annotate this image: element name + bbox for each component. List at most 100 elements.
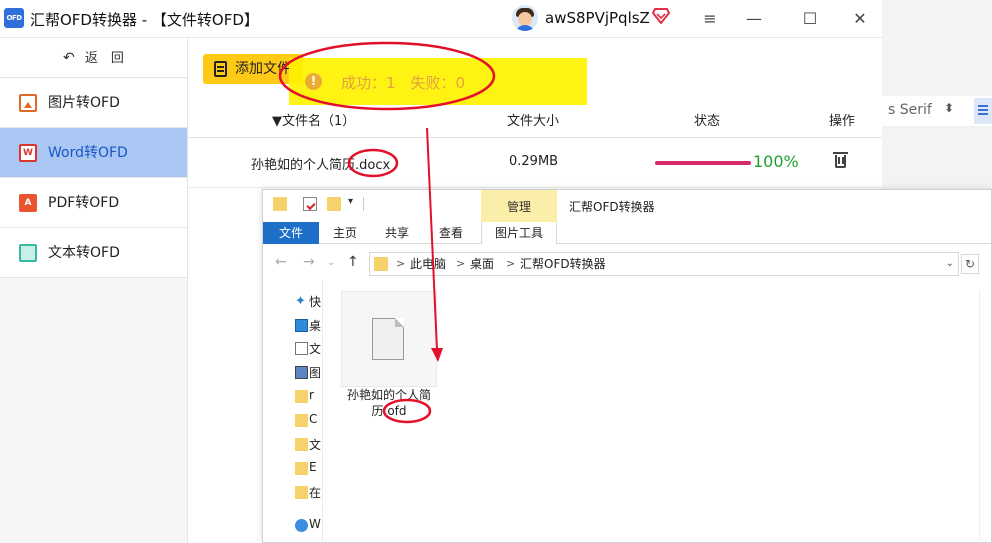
image-icon xyxy=(19,94,37,112)
breadcrumb-separator: > xyxy=(396,257,406,270)
nav-label: C xyxy=(309,412,318,426)
quick-access-toolbar: ▾ 管理 汇帮OFD转换器 xyxy=(263,190,991,222)
word-icon: W xyxy=(19,144,37,162)
folder-icon xyxy=(295,462,308,475)
explorer-title: 汇帮OFD转换器 xyxy=(569,200,655,214)
avatar-body xyxy=(515,25,535,31)
app-logo: OFD xyxy=(4,8,24,28)
sidebar-item-label: 文本转OFD xyxy=(48,245,120,261)
breadcrumb-separator: > xyxy=(456,257,466,270)
progress-bar xyxy=(655,161,751,165)
file-icon xyxy=(372,318,404,360)
back-icon[interactable]: ← xyxy=(275,254,287,270)
sidebar-item-label: 图片转OFD xyxy=(48,95,120,111)
sidebar-item-word-to-ofd[interactable]: W Word转OFD xyxy=(0,128,187,178)
font-name-field[interactable]: s Serif xyxy=(888,102,932,118)
chevron-down-icon[interactable]: ⌄ xyxy=(946,253,954,275)
file-size-cell: 0.29MB xyxy=(509,154,559,169)
navigation-pane: ✦ 快 桌 文 图 r C 文 E 在 W xyxy=(263,280,323,543)
maximize-icon[interactable]: ☐ xyxy=(796,5,824,33)
chevron-down-icon[interactable]: ▾ xyxy=(348,196,353,207)
documents-icon xyxy=(295,342,308,355)
sidebar-item-label: Word转OFD xyxy=(48,145,128,161)
folder-icon xyxy=(295,414,308,427)
breadcrumb-this-pc[interactable]: 此电脑 xyxy=(410,253,446,275)
back-label: 返 回 xyxy=(84,51,124,66)
column-name[interactable]: ▼文件名（1） xyxy=(272,110,355,129)
tab-view[interactable]: 查看 xyxy=(429,222,473,244)
sidebar-item-pdf-to-ofd[interactable]: A PDF转OFD xyxy=(0,178,187,228)
avatar-face xyxy=(518,12,532,26)
spinner-icon[interactable]: ⬍ xyxy=(944,101,954,115)
title-bar: OFD 汇帮OFD转换器 - 【文件转OFD】 awS8PVjPqlsZ ≡ —… xyxy=(0,0,882,38)
sidebar: ↶ 返 回 图片转OFD W Word转OFD A PDF转OFD 文本转OFD xyxy=(0,38,188,543)
column-action: 操作 xyxy=(829,114,856,129)
table-row: 孙艳如的个人简历.docx 0.29MB 100% xyxy=(188,138,882,188)
tab-file[interactable]: 文件 xyxy=(263,222,319,244)
add-file-button[interactable]: 添加文件 xyxy=(203,54,303,84)
address-bar[interactable]: > 此电脑 > 桌面 > 汇帮OFD转换器 ⌄ xyxy=(369,252,959,276)
breadcrumb-desktop[interactable]: 桌面 xyxy=(470,253,494,275)
info-icon: ! xyxy=(305,73,322,90)
text-icon xyxy=(19,244,37,262)
menu-icon[interactable]: ≡ xyxy=(696,5,724,33)
back-button[interactable]: ↶ 返 回 xyxy=(0,38,187,78)
file-name-cell: 孙艳如的个人简历.docx xyxy=(251,158,391,173)
app-title: 汇帮OFD转换器 - 【文件转OFD】 xyxy=(30,11,259,29)
nav-label: 桌 xyxy=(309,319,322,333)
toolbar-divider xyxy=(363,197,364,211)
avatar[interactable] xyxy=(512,5,538,31)
address-row: ← → ⌄ ↑ > 此电脑 > 桌面 > 汇帮OFD转换器 ⌄ ↻ xyxy=(263,252,991,276)
new-folder-icon[interactable] xyxy=(327,197,341,211)
toast-message: 成功：1 失败：0 xyxy=(341,74,466,92)
nav-label: W xyxy=(309,517,321,531)
nav-label: E xyxy=(309,460,317,474)
column-size: 文件大小 xyxy=(507,114,560,129)
tab-picture-tools[interactable]: 图片工具 xyxy=(481,222,557,244)
file-explorer-window: ▾ 管理 汇帮OFD转换器 文件 主页 共享 查看 图片工具 ← → ⌄ ↑ >… xyxy=(262,189,992,543)
pdf-icon: A xyxy=(19,194,37,212)
folder-icon[interactable] xyxy=(273,197,287,211)
progress-percent: 100% xyxy=(753,152,799,171)
result-toast: ! 成功：1 失败：0 xyxy=(289,58,587,105)
back-arrow-icon: ↶ xyxy=(63,50,75,66)
recent-chevron-icon[interactable]: ⌄ xyxy=(327,257,335,268)
add-file-label: 添加文件 xyxy=(235,61,291,77)
tab-home[interactable]: 主页 xyxy=(323,222,367,244)
star-icon: ✦ xyxy=(295,294,306,309)
nav-label: 文 xyxy=(309,342,322,356)
properties-icon[interactable] xyxy=(303,197,317,211)
ribbon-tabs: 文件 主页 共享 查看 图片工具 xyxy=(263,222,991,244)
nav-label: 在 xyxy=(309,486,322,500)
tab-manage[interactable]: 管理 xyxy=(481,190,557,222)
nav-label: r xyxy=(309,388,314,402)
sidebar-item-label: PDF转OFD xyxy=(48,195,120,211)
refresh-icon[interactable]: ↻ xyxy=(961,254,979,274)
nav-label: 文 xyxy=(309,438,322,452)
up-icon[interactable]: ↑ xyxy=(347,254,359,270)
column-status: 状态 xyxy=(694,114,721,129)
pictures-icon xyxy=(295,366,308,379)
minimize-icon[interactable]: — xyxy=(740,5,768,33)
close-icon[interactable]: ✕ xyxy=(846,5,874,33)
sidebar-item-text-to-ofd[interactable]: 文本转OFD xyxy=(0,228,187,278)
username[interactable]: awS8PVjPqlsZ xyxy=(545,9,650,27)
delete-icon[interactable] xyxy=(833,152,848,168)
nav-label: 图 xyxy=(309,366,322,380)
desktop-icon xyxy=(295,319,308,332)
breadcrumb-separator: > xyxy=(506,257,516,270)
forward-icon[interactable]: → xyxy=(303,254,315,270)
folder-icon xyxy=(374,257,388,271)
breadcrumb-folder[interactable]: 汇帮OFD转换器 xyxy=(520,253,606,275)
list-icon[interactable] xyxy=(974,98,992,124)
file-item-label[interactable]: 孙艳如的个人简历.ofd xyxy=(341,387,437,419)
vip-diamond-icon[interactable] xyxy=(652,8,670,24)
add-file-icon xyxy=(214,61,227,77)
file-table-header: ▼文件名（1） 文件大小 状态 操作 xyxy=(188,100,882,138)
sidebar-item-image-to-ofd[interactable]: 图片转OFD xyxy=(0,78,187,128)
file-item[interactable] xyxy=(341,291,437,387)
background-window-strip: s Serif ⬍ xyxy=(882,96,992,126)
vertical-scrollbar[interactable] xyxy=(979,290,992,543)
folder-icon xyxy=(295,390,308,403)
tab-share[interactable]: 共享 xyxy=(375,222,419,244)
